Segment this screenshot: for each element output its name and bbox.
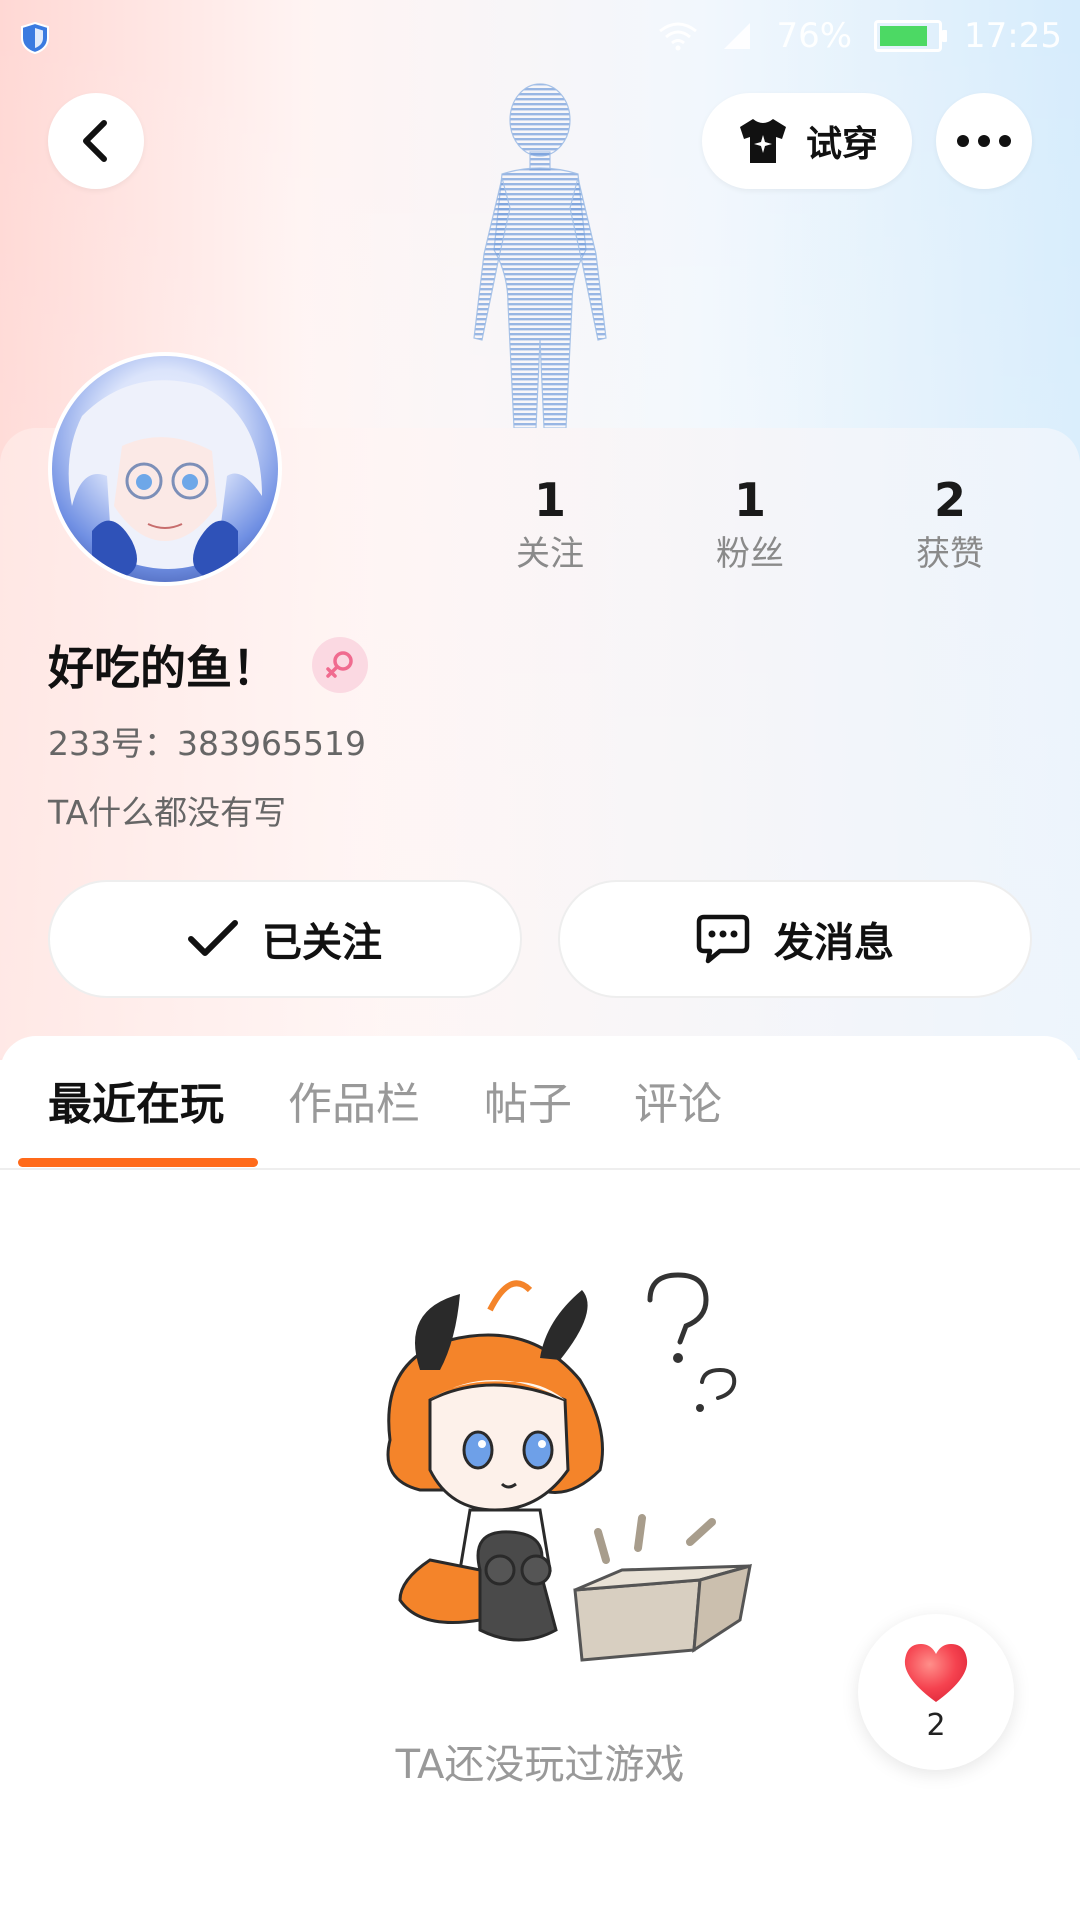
avatar-image xyxy=(52,356,278,582)
back-button[interactable] xyxy=(48,93,144,189)
tab-recently-played[interactable]: 最近在玩 xyxy=(48,1068,224,1132)
clock: 17:25 xyxy=(964,16,1062,56)
tshirt-icon xyxy=(739,119,786,163)
follow-label: 已关注 xyxy=(262,920,382,966)
stat-following-value: 1 xyxy=(533,473,566,527)
stat-followers-value: 1 xyxy=(733,473,766,527)
tab-comments[interactable]: 评论 xyxy=(634,1068,722,1132)
name-row: 好吃的鱼！ xyxy=(48,632,368,698)
stat-likes[interactable]: 2 获赞 xyxy=(870,470,1030,578)
message-label: 发消息 xyxy=(774,920,894,966)
try-on-label: 试穿 xyxy=(805,124,878,165)
more-dots-icon xyxy=(957,135,1011,147)
like-count: 2 xyxy=(926,1707,946,1743)
tab-bar: 最近在玩 作品栏 帖子 评论 xyxy=(0,1036,1080,1170)
checkmark-icon xyxy=(188,920,238,956)
stat-following[interactable]: 1 关注 xyxy=(470,470,630,578)
avatar-3d-figure[interactable] xyxy=(440,78,640,428)
wifi-icon xyxy=(659,22,698,51)
message-button[interactable]: 发消息 xyxy=(558,880,1032,998)
stat-followers[interactable]: 1 粉丝 xyxy=(670,470,830,578)
follow-button[interactable]: 已关注 xyxy=(48,880,522,998)
stat-likes-value: 2 xyxy=(933,473,966,527)
female-gender-icon xyxy=(312,637,368,693)
like-button[interactable]: 2 xyxy=(858,1614,1014,1770)
user-id: 233号：383965519 xyxy=(48,724,366,763)
stat-likes-label: 获赞 xyxy=(916,534,984,574)
chevron-left-icon xyxy=(83,120,107,162)
battery-icon xyxy=(874,20,948,52)
battery-percent: 76% xyxy=(776,16,853,56)
user-bio: TA什么都没有写 xyxy=(48,793,287,832)
empty-state-illustration xyxy=(386,1272,752,1662)
more-button[interactable] xyxy=(936,93,1032,189)
heart-icon xyxy=(904,1643,968,1702)
stat-following-label: 关注 xyxy=(516,534,584,574)
tab-works[interactable]: 作品栏 xyxy=(288,1068,420,1132)
status-bar: 76% 17:25 xyxy=(0,0,1080,72)
tab-posts[interactable]: 帖子 xyxy=(484,1068,572,1132)
chat-bubble-icon xyxy=(696,914,750,964)
signal-icon xyxy=(724,23,751,49)
avatar[interactable] xyxy=(48,352,282,586)
stat-followers-label: 粉丝 xyxy=(716,534,784,574)
anime-girl-portrait-icon xyxy=(68,380,263,582)
status-indicators: 76% 17:25 xyxy=(658,16,1062,56)
try-on-button[interactable]: 试穿 xyxy=(702,93,912,189)
stats-row: 1 关注 1 粉丝 2 获赞 xyxy=(470,470,1030,578)
profile-name: 好吃的鱼！ xyxy=(48,641,278,695)
profile-screen: 76% 17:25 试穿 1 关注 1 粉丝 2 获赞 好吃的鱼！ 233号：3… xyxy=(0,0,1080,1920)
security-shield-icon xyxy=(21,22,49,54)
active-tab-indicator xyxy=(18,1158,258,1167)
